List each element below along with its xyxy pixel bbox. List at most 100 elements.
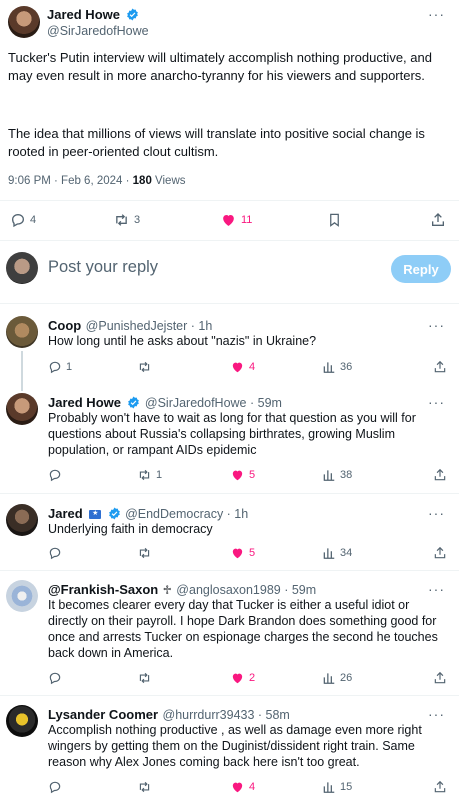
reply-author-handle[interactable]: @anglosaxon1989 · 59m: [176, 583, 316, 597]
reply-icon: [49, 781, 61, 794]
heart-filled-icon: [232, 548, 243, 559]
share-action[interactable]: [433, 360, 447, 374]
share-action[interactable]: [433, 780, 447, 794]
reply-action[interactable]: [48, 780, 66, 794]
retweet-action[interactable]: [137, 780, 156, 794]
heart-filled-icon: [232, 673, 243, 684]
share-icon: [434, 360, 446, 373]
reply-text: Underlying faith in democracy: [48, 522, 213, 536]
reply-icon: [11, 213, 25, 228]
retweet-action[interactable]: 1: [137, 468, 162, 482]
reply-author-handle[interactable]: @hurrdurr39433 · 58m: [163, 708, 290, 722]
analytics-icon: [323, 673, 335, 684]
reply-count: 4: [30, 214, 37, 226]
author-name[interactable]: Jared Howe: [47, 7, 120, 22]
views-count: 180: [132, 175, 152, 187]
reply-input[interactable]: Post your reply: [48, 258, 158, 277]
bookmark-action[interactable]: [327, 212, 342, 228]
views-action[interactable]: 36: [322, 360, 352, 374]
reply-avatar[interactable]: [6, 705, 38, 737]
like-action[interactable]: 4: [230, 780, 255, 794]
more-options-icon[interactable]: ···: [428, 581, 445, 597]
share-icon: [434, 546, 446, 559]
reply-avatar[interactable]: [6, 316, 38, 348]
share-action[interactable]: [433, 468, 447, 482]
retweet-action[interactable]: 3: [113, 212, 140, 228]
reply-action[interactable]: [48, 546, 66, 560]
share-icon: [434, 780, 446, 793]
retweet-count: 3: [134, 214, 141, 226]
flag-badge-icon: ★: [89, 510, 102, 519]
heart-filled-icon: [223, 215, 234, 226]
reply-author-handle[interactable]: @EndDemocracy · 1h: [125, 507, 248, 521]
like-count: 5: [249, 547, 256, 559]
views-count: 36: [340, 361, 353, 373]
reply-author-name[interactable]: Jared Howe: [48, 395, 121, 410]
like-count: 11: [241, 214, 253, 226]
heart-filled-icon: [232, 470, 243, 481]
reply-author-handle[interactable]: @SirJaredofHowe · 59m: [145, 396, 282, 410]
retweet-count: 1: [156, 469, 163, 481]
like-action[interactable]: 5: [230, 546, 255, 560]
views-count: 26: [340, 672, 353, 684]
tweet-text-p1: Tucker's Putin interview will ultimately…: [8, 50, 432, 83]
retweet-icon: [139, 361, 150, 373]
views-action[interactable]: 34: [322, 546, 352, 560]
reply-author-name[interactable]: Coop: [48, 318, 81, 333]
retweet-action[interactable]: [137, 546, 156, 560]
like-count: 2: [249, 672, 256, 684]
reply-action[interactable]: [48, 671, 66, 685]
my-avatar[interactable]: [6, 252, 38, 284]
share-action[interactable]: [433, 671, 447, 685]
retweet-icon: [139, 547, 150, 559]
reply-action[interactable]: 1: [48, 360, 72, 374]
heart-filled-icon: [232, 782, 243, 793]
analytics-icon: [323, 548, 335, 559]
heart-filled-icon: [232, 362, 243, 373]
like-count: 5: [249, 469, 256, 481]
reply-avatar[interactable]: [6, 393, 38, 425]
reply-avatar[interactable]: [6, 580, 38, 612]
retweet-icon: [116, 214, 127, 226]
reply-text: It becomes clearer every day that Tucker…: [48, 598, 438, 660]
like-action[interactable]: 11: [220, 212, 252, 228]
tweet-timestamp[interactable]: 9:06 PM · Feb 6, 2024 ·: [8, 175, 133, 187]
share-action[interactable]: [433, 546, 447, 560]
reply-icon: [49, 547, 61, 560]
reply-action[interactable]: [48, 468, 66, 482]
retweet-icon: [139, 672, 150, 684]
like-action[interactable]: 2: [230, 671, 255, 685]
share-action[interactable]: [430, 212, 446, 228]
reply-author-name[interactable]: @Frankish-Saxon: [48, 582, 158, 597]
reply-author-handle[interactable]: @PunishedJejster · 1h: [86, 319, 213, 333]
author-avatar[interactable]: [8, 6, 40, 38]
views-action[interactable]: 38: [322, 468, 352, 482]
like-action[interactable]: 5: [230, 468, 255, 482]
views-action[interactable]: 26: [322, 671, 352, 685]
retweet-action[interactable]: [137, 360, 156, 374]
views-count: 15: [340, 781, 353, 793]
views-action[interactable]: 15: [322, 780, 352, 794]
reply-icon: [49, 469, 61, 482]
more-options-icon[interactable]: ···: [428, 6, 445, 22]
share-icon: [434, 671, 446, 684]
author-line: Jared Howe: [47, 6, 139, 24]
reply-icon: [49, 361, 61, 374]
retweet-icon: [139, 781, 150, 793]
like-count: 4: [249, 781, 256, 793]
more-options-icon[interactable]: ···: [428, 505, 445, 521]
retweet-action[interactable]: [137, 671, 156, 685]
more-options-icon[interactable]: ···: [428, 317, 445, 333]
reply-button[interactable]: Reply: [391, 255, 451, 283]
more-options-icon[interactable]: ···: [428, 394, 445, 410]
reply-avatar[interactable]: [6, 504, 38, 536]
author-handle[interactable]: @SirJaredofHowe: [47, 24, 149, 38]
retweet-icon: [139, 469, 150, 481]
reply-author-name[interactable]: Lysander Coomer: [48, 707, 158, 722]
share-icon: [434, 468, 446, 481]
reply-action[interactable]: 4: [10, 212, 36, 228]
thread-line: [21, 351, 23, 391]
more-options-icon[interactable]: ···: [428, 706, 445, 722]
like-action[interactable]: 4: [230, 360, 255, 374]
reply-author-name[interactable]: Jared: [48, 506, 83, 521]
